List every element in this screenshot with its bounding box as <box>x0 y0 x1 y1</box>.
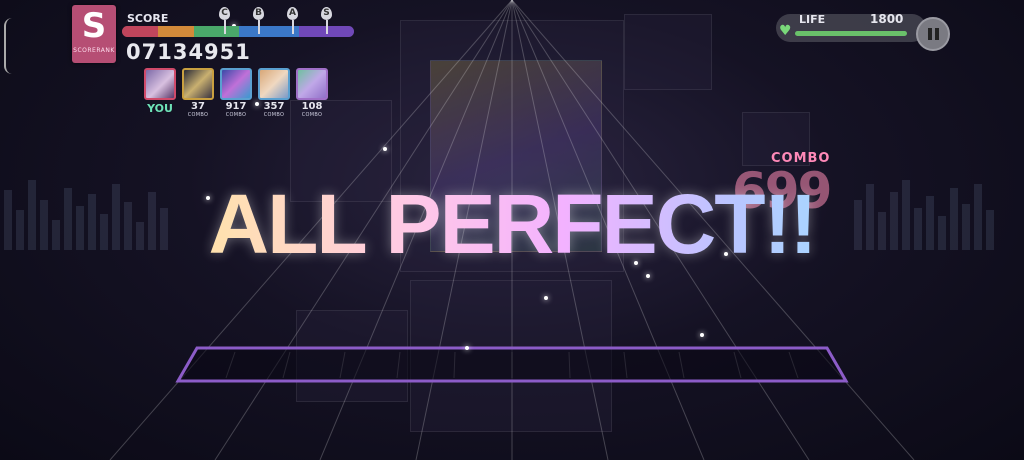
player-combo-caption: COMBO <box>225 112 247 118</box>
player-2: 37 COMBO <box>181 68 215 118</box>
life-value: 1800 <box>870 12 904 26</box>
player-you: YOU <box>143 68 177 115</box>
score-rank-letter: S <box>81 6 107 46</box>
sparkle <box>646 274 650 278</box>
rank-marker-s: S <box>321 7 333 34</box>
rank-marker-a: A <box>287 7 299 34</box>
avatar <box>220 68 252 100</box>
life-label: LIFE <box>799 13 826 26</box>
rank-marker-b: B <box>253 7 265 34</box>
player-combo-count: 108 <box>301 101 323 112</box>
player-4: 357 COMBO <box>257 68 291 118</box>
all-perfect-banner: ALL PERFECT!! <box>0 176 1024 273</box>
pause-button[interactable] <box>916 17 950 51</box>
avatar <box>296 68 328 100</box>
score-progress-bar <box>122 26 354 37</box>
score-value: 07134951 <box>126 40 251 64</box>
score-segment-3 <box>194 26 239 37</box>
player-3: 917 COMBO <box>219 68 253 118</box>
sparkle <box>544 296 548 300</box>
avatar <box>144 68 176 100</box>
player-combo-caption: COMBO <box>301 112 323 118</box>
pause-icon <box>928 28 932 40</box>
score-segment-1 <box>122 26 158 37</box>
avatar <box>258 68 290 100</box>
sparkle <box>700 333 704 337</box>
heart-icon: ♥ <box>779 23 792 39</box>
sparkle <box>465 346 469 350</box>
player-combo-count: 917 <box>225 101 247 112</box>
rank-marker-c: C <box>219 7 231 34</box>
avatar <box>182 68 214 100</box>
player-combo-count: 37 <box>191 101 205 112</box>
score-label: SCORE <box>127 12 169 25</box>
player-combo-caption: COMBO <box>263 112 285 118</box>
judgement-line <box>175 346 849 383</box>
player-you-label: YOU <box>147 102 173 115</box>
player-5: 108 COMBO <box>295 68 329 118</box>
score-rank-caption: SCORERANK <box>73 47 115 54</box>
life-bar <box>795 31 907 36</box>
score-rank-badge: S SCORERANK <box>72 5 116 63</box>
player-combo-count: 357 <box>263 101 285 112</box>
score-segment-2 <box>158 26 194 37</box>
player-combo-caption: COMBO <box>187 112 209 118</box>
pause-icon <box>935 28 939 40</box>
sparkle <box>383 147 387 151</box>
screen-edge-handle <box>4 18 14 74</box>
